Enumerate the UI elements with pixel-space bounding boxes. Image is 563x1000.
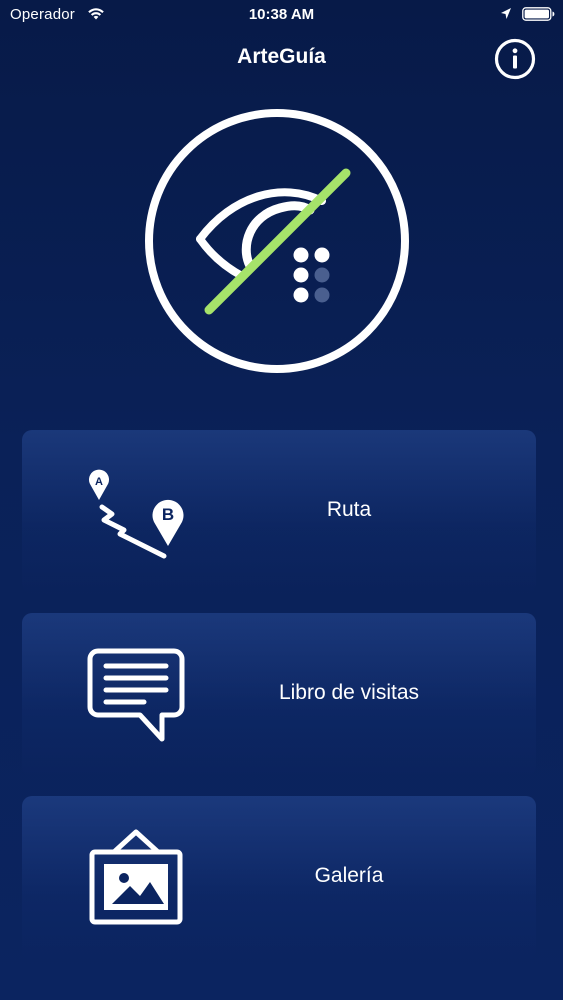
menu-item-libro-de-visitas[interactable]: Libro de visitas [22,613,536,777]
menu-item-label: Galería [314,864,384,887]
svg-text:A: A [95,476,103,488]
menu-item-galeria[interactable]: Galería [22,796,536,960]
menu-item-label: Ruta [326,498,372,521]
info-icon[interactable] [494,38,536,80]
app-screen: Operador 10:38 AM ArteGuía A B Ruta Libr… [0,0,563,1000]
eye-braille-slash-icon [145,109,409,373]
location-arrow-icon [501,8,511,19]
gallery-picture-frame-icon [89,829,183,925]
status-bar: Operador 10:38 AM [0,0,563,30]
route-a-to-b-icon: A B [89,469,184,559]
menu-item-label: Libro de visitas [278,681,420,704]
svg-text:B: B [162,505,174,524]
battery-icon [522,7,555,21]
app-title: ArteGuía [237,45,326,68]
guestbook-speech-bubble-icon [87,648,185,742]
clock: 10:38 AM [248,6,315,23]
menu-item-ruta[interactable]: A B Ruta [22,430,536,594]
